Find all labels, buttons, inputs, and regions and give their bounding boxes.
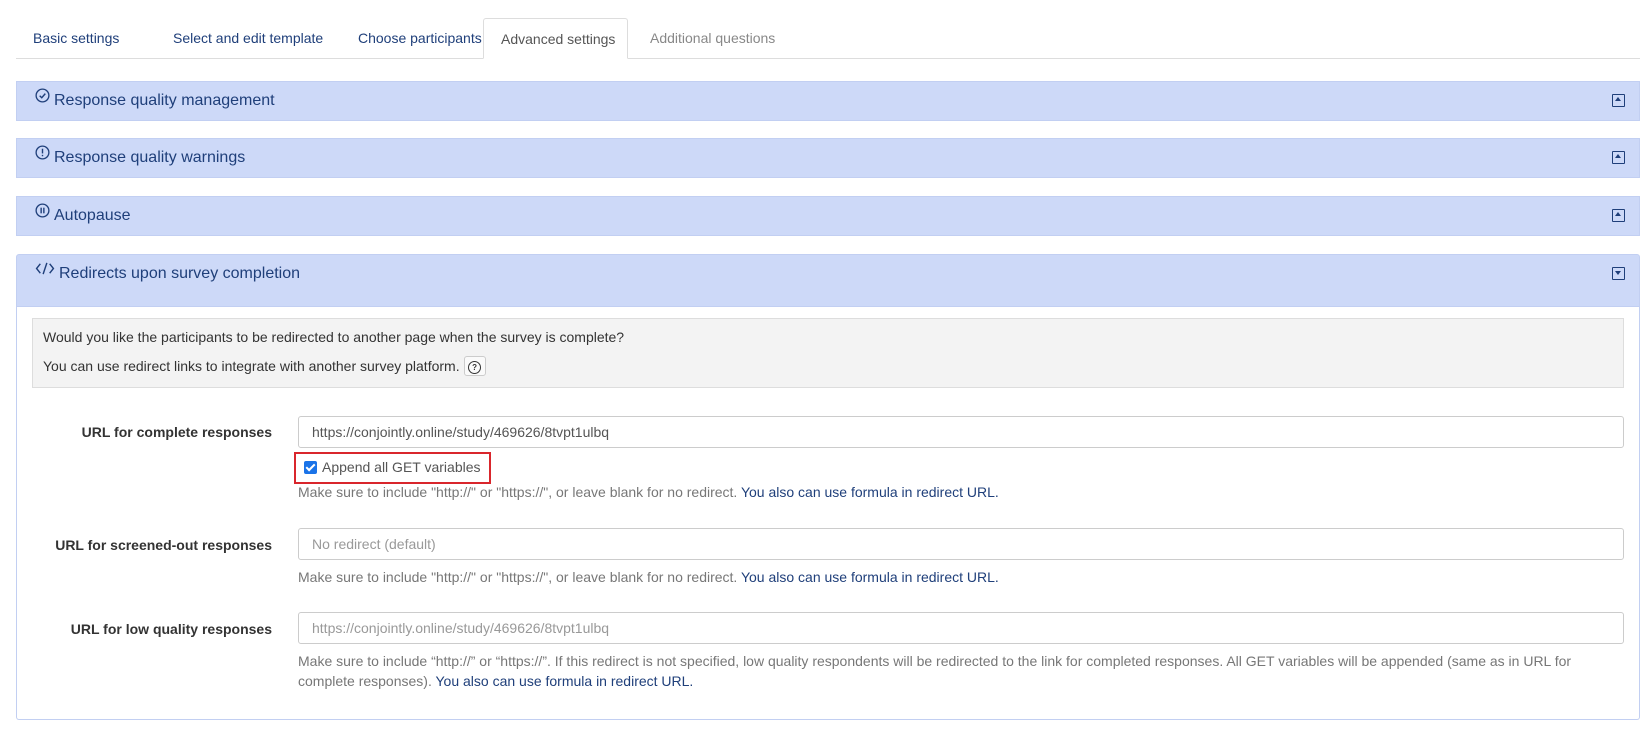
hint-text: Make sure to include "http://" or "https… xyxy=(298,569,738,585)
panel-title: Autopause xyxy=(54,207,131,224)
tab-bar: Basic settings Select and edit template … xyxy=(16,18,1640,59)
pause-circle-icon xyxy=(35,195,50,233)
formula-link[interactable]: You also can use formula in redirect URL… xyxy=(741,484,999,500)
append-get-variables-checkbox[interactable]: Append all GET variables xyxy=(294,452,491,484)
info-line-2-text: You can use redirect links to integrate … xyxy=(43,358,460,374)
complete-url-input[interactable] xyxy=(298,416,1624,448)
code-icon xyxy=(35,253,55,291)
tab-basic-settings[interactable]: Basic settings xyxy=(16,18,136,58)
complete-url-label: URL for complete responses xyxy=(81,424,272,440)
panel-title-row: Redirects upon survey completion xyxy=(35,255,300,293)
low-quality-url-hint: Make sure to include “http://” or “https… xyxy=(298,651,1618,691)
tab-choose-participants[interactable]: Choose participants xyxy=(341,18,499,58)
info-line-1: Would you like the participants to be re… xyxy=(43,329,625,345)
info-line-2: You can use redirect links to integrate … xyxy=(43,355,486,376)
panel-title: Response quality management xyxy=(54,92,275,109)
screened-out-url-hint: Make sure to include "http://" or "https… xyxy=(298,567,1618,587)
low-quality-url-input[interactable] xyxy=(298,612,1624,644)
panel-title-row: Autopause xyxy=(35,197,131,235)
collapse-toggle-icon[interactable] xyxy=(1612,94,1625,107)
collapse-toggle-icon[interactable] xyxy=(1612,151,1625,164)
check-circle-icon xyxy=(35,80,50,118)
expand-toggle-icon[interactable] xyxy=(1612,267,1625,280)
redirect-info-box: Would you like the participants to be re… xyxy=(32,318,1624,388)
formula-link[interactable]: You also can use formula in redirect URL… xyxy=(741,569,999,585)
tab-select-edit-template[interactable]: Select and edit template xyxy=(156,18,340,58)
panel-title: Response quality warnings xyxy=(54,149,246,166)
screened-out-url-input[interactable] xyxy=(298,528,1624,560)
help-button[interactable]: ? xyxy=(463,355,486,376)
complete-url-hint: Make sure to include "http://" or "https… xyxy=(298,482,1618,502)
panel-response-quality-warnings[interactable]: Response quality warnings xyxy=(16,138,1640,178)
low-quality-url-label: URL for low quality responses xyxy=(70,621,272,637)
hint-text: Make sure to include "http://" or "https… xyxy=(298,484,738,500)
collapse-toggle-icon[interactable] xyxy=(1612,209,1625,222)
checkbox-checked-icon[interactable] xyxy=(304,461,317,474)
panel-title-row: Response quality warnings xyxy=(35,139,245,177)
panel-title: Redirects upon survey completion xyxy=(59,265,301,282)
tab-advanced-settings[interactable]: Advanced settings xyxy=(483,18,628,59)
panel-autopause[interactable]: Autopause xyxy=(16,196,1640,236)
panel-redirects[interactable]: Redirects upon survey completion xyxy=(16,254,1640,307)
screened-out-url-label: URL for screened-out responses xyxy=(55,537,272,553)
tab-additional-questions[interactable]: Additional questions xyxy=(633,18,792,58)
question-circle-icon: ? xyxy=(468,360,482,374)
panel-response-quality-management[interactable]: Response quality management xyxy=(16,81,1640,121)
formula-link[interactable]: You also can use formula in redirect URL… xyxy=(435,673,693,689)
panel-title-row: Response quality management xyxy=(35,82,275,120)
checkbox-label[interactable]: Append all GET variables xyxy=(322,459,481,475)
exclamation-circle-icon xyxy=(35,137,50,175)
